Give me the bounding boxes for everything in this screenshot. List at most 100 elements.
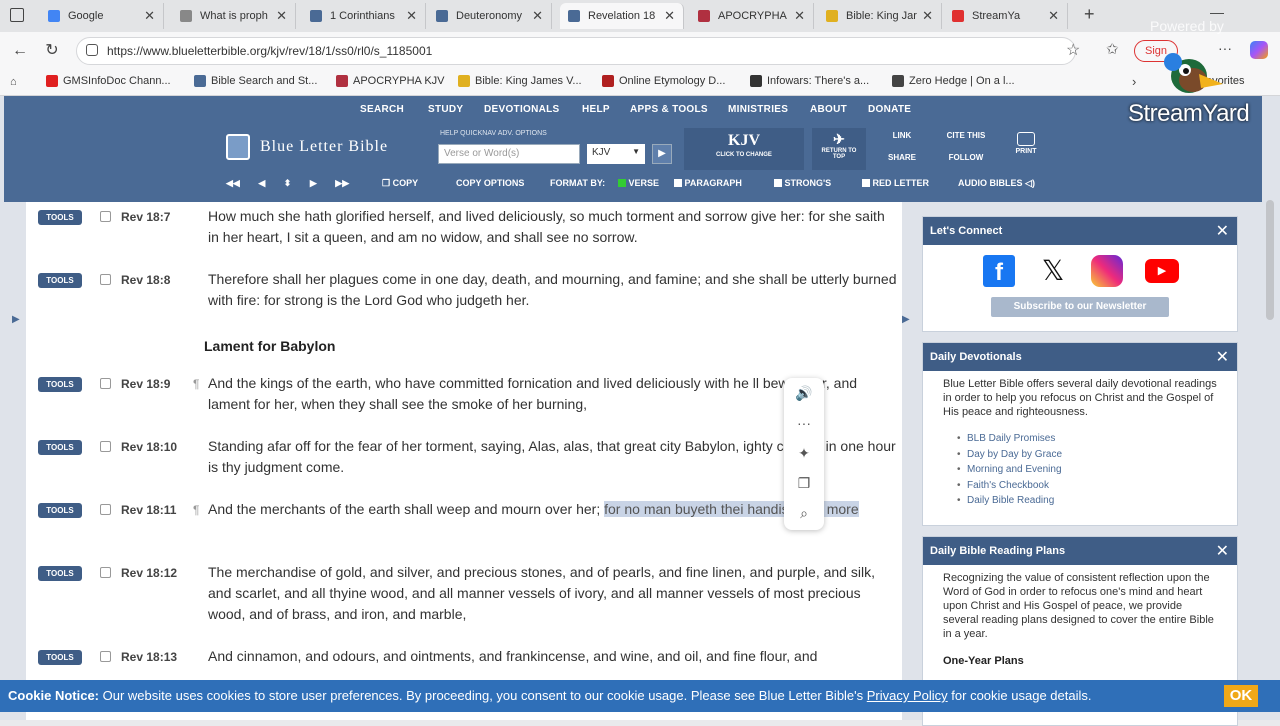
page-scrollbar[interactable] [1266,200,1274,320]
left-collapse-icon[interactable]: ▶ [12,314,20,325]
close-icon[interactable]: ✕ [1216,541,1229,561]
verse-format-toggle[interactable]: VERSE [618,178,659,188]
browser-tab[interactable]: Deuteronomy ✕ [428,3,552,29]
devotional-link[interactable]: Daily Bible Reading [923,493,1237,509]
tools-button[interactable]: TOOLS [38,650,82,665]
browser-tab[interactable]: Google ✕ [40,3,164,29]
privacy-policy-link[interactable]: Privacy Policy [867,688,948,703]
youtube-icon[interactable]: ▶ [1145,259,1179,283]
tools-button[interactable]: TOOLS [38,503,82,518]
copy-verse-icon[interactable] [100,211,111,222]
tab-close-icon[interactable]: ✕ [276,8,287,24]
cookie-ok-button[interactable]: OK [1224,685,1258,707]
browser-tab[interactable]: StreamYa ✕ [944,3,1068,29]
tools-button[interactable]: TOOLS [38,566,82,581]
print-button[interactable]: PRINT [1002,128,1050,170]
browser-tab[interactable]: What is proph ✕ [172,3,296,29]
top-nav-item[interactable]: APPS & TOOLS [630,104,708,115]
nav-arrows[interactable]: ◀◀ ◀ ⬍ ▶ ▶▶ [226,178,349,189]
bookmark-item[interactable]: Infowars: There's a... [750,75,869,87]
search-help-links[interactable]: HELP QUICKNAV ADV. OPTIONS [440,130,547,137]
audio-bibles-button[interactable]: AUDIO BIBLES ◁) [958,178,1035,189]
red-letter-toggle[interactable]: RED LETTER [862,178,929,188]
copy-verse-icon[interactable] [100,567,111,578]
copy-options-button[interactable]: COPY OPTIONS [456,178,524,188]
bookmarks-chevron-icon[interactable]: › [1132,74,1136,89]
copy-verse-icon[interactable] [100,651,111,662]
next-chapter-icon[interactable]: ▶ [310,178,317,188]
verse-reference[interactable]: Rev 18:10 [121,440,177,454]
top-nav-item[interactable]: ABOUT [810,104,847,115]
verse-reference[interactable]: Rev 18:7 [121,210,170,224]
verse-reference[interactable]: Rev 18:8 [121,273,170,287]
back-icon[interactable]: ← [10,41,30,61]
search-icon[interactable]: ⌕ [784,498,824,528]
tools-button[interactable]: TOOLS [38,377,82,392]
browser-tab[interactable]: 1 Corinthians ✕ [302,3,426,29]
share-button[interactable]: SHARE [872,153,932,162]
search-go-button[interactable]: ▶ [652,144,672,164]
chapter-list-icon[interactable]: ⬍ [284,178,292,188]
top-nav-item[interactable]: SEARCH [360,104,404,115]
version-select[interactable]: KJV ▼ [587,144,645,164]
bookmark-item[interactable]: Zero Hedge | On a l... [892,75,1015,87]
window-menu-icon[interactable] [10,8,24,22]
tab-close-icon[interactable]: ✕ [1048,8,1059,24]
new-tab-icon[interactable]: + [1084,4,1095,25]
bookmark-item[interactable]: GMSInfoDoc Chann... [46,75,171,87]
paragraph-format-toggle[interactable]: PARAGRAPH [674,178,742,188]
devotional-link[interactable]: Faith's Checkbook [923,478,1237,494]
verse-search-input[interactable]: Verse or Word(s) [438,144,580,164]
devotional-link[interactable]: Morning and Evening [923,462,1237,478]
copy-verse-icon[interactable] [100,441,111,452]
tab-close-icon[interactable]: ✕ [532,8,543,24]
tools-button[interactable]: TOOLS [38,210,82,225]
top-nav-item[interactable]: DONATE [868,104,911,115]
tab-close-icon[interactable]: ✕ [144,8,155,24]
read-aloud-icon[interactable]: 🔊 [784,378,824,408]
bookmark-item[interactable]: Online Etymology D... [602,75,725,87]
follow-button[interactable]: FOLLOW [936,153,996,162]
bookmark-item[interactable]: Bible Search and St... [194,75,317,87]
close-icon[interactable]: ✕ [1216,347,1229,367]
browser-tab[interactable]: APOCRYPHA ✕ [690,3,814,29]
prev-chapter-icon[interactable]: ◀ [258,178,265,188]
strongs-toggle[interactable]: STRONG'S [774,178,831,188]
bookmark-item[interactable]: Bible: King James V... [458,75,582,87]
tools-button[interactable]: TOOLS [38,440,82,455]
copilot-icon[interactable] [1250,41,1268,59]
x-twitter-icon[interactable]: 𝕏 [1037,255,1069,287]
more-options-icon[interactable]: ··· [784,408,824,438]
url-input[interactable]: https://www.blueletterbible.org/kjv/rev/… [76,37,1076,65]
tab-close-icon[interactable]: ✕ [922,8,933,24]
copy-button[interactable]: ❐ COPY [382,178,418,189]
copy-verse-icon[interactable] [100,274,111,285]
favorite-star-icon[interactable]: ☆ [1066,40,1080,60]
blb-logo[interactable]: Blue Letter Bible [226,134,388,160]
reload-icon[interactable]: ↻ [42,41,62,61]
verse-reference[interactable]: Rev 18:11 [121,503,176,517]
copilot-small-icon[interactable]: ✦ [784,438,824,468]
site-info-icon[interactable] [86,44,98,56]
top-nav-item[interactable]: HELP [582,104,610,115]
tab-close-icon[interactable]: ✕ [794,8,805,24]
copy-icon[interactable]: ❐ [784,468,824,498]
verse-reference[interactable]: Rev 18:13 [121,650,177,664]
favorites-icon[interactable]: ✩ [1106,40,1119,58]
devotional-link[interactable]: Day by Day by Grace [923,447,1237,463]
version-change-button[interactable]: KJV CLICK TO CHANGE [684,128,804,170]
top-nav-item[interactable]: MINISTRIES [728,104,788,115]
close-icon[interactable]: ✕ [1216,221,1229,241]
tools-button[interactable]: TOOLS [38,273,82,288]
cite-button[interactable]: CITE THIS [936,131,996,140]
instagram-icon[interactable] [1091,255,1123,287]
last-chapter-icon[interactable]: ▶▶ [335,178,349,188]
browser-tab[interactable]: Revelation 18 ✕ [560,3,684,29]
return-to-top-button[interactable]: ✈ RETURN TO TOP [812,128,866,170]
top-nav-item[interactable]: DEVOTIONALS [484,104,560,115]
browser-tab[interactable]: Bible: King Jar ✕ [818,3,942,29]
verse-reference[interactable]: Rev 18:9 [121,377,170,391]
newsletter-button[interactable]: Subscribe to our Newsletter [991,297,1169,317]
right-collapse-icon[interactable]: ▶ [902,314,910,325]
bookmark-item[interactable]: APOCRYPHA KJV [336,75,445,87]
